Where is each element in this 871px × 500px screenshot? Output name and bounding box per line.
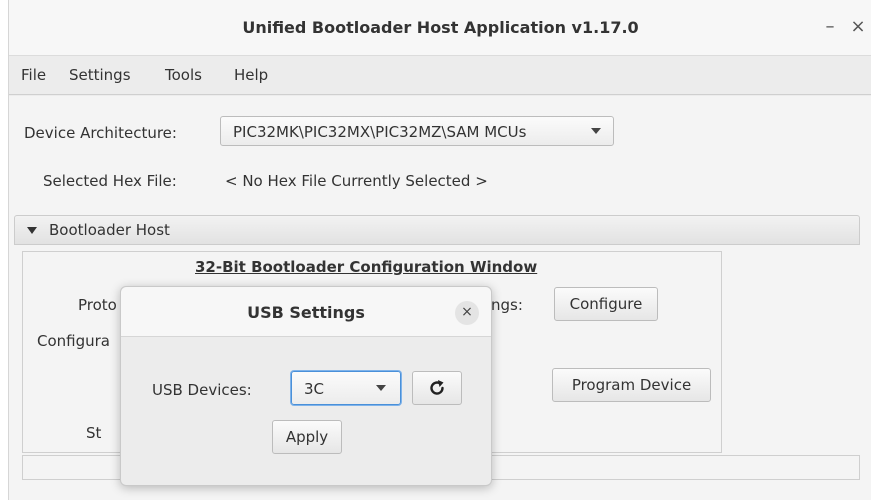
configure-button[interactable]: Configure	[554, 287, 658, 321]
apply-button[interactable]: Apply	[272, 420, 342, 454]
hex-file-label: Selected Hex File:	[43, 172, 177, 190]
section-title: Bootloader Host	[49, 221, 170, 239]
dialog-title: USB Settings	[247, 303, 365, 322]
window-title: Unified Bootloader Host Application v1.1…	[242, 18, 639, 37]
device-architecture-value: PIC32MK\PIC32MX\PIC32MZ\SAM MCUs	[233, 123, 527, 141]
device-architecture-select[interactable]: PIC32MK\PIC32MX\PIC32MZ\SAM MCUs	[220, 116, 614, 146]
device-architecture-label: Device Architecture:	[24, 124, 177, 142]
title-bar: Unified Bootloader Host Application v1.1…	[9, 0, 871, 56]
protocol-label: Proto	[78, 296, 117, 314]
minimize-button[interactable]: –	[815, 12, 845, 42]
refresh-button[interactable]	[412, 371, 462, 405]
collapse-triangle-icon	[27, 227, 37, 234]
usb-devices-value: 3C	[304, 380, 325, 398]
dialog-header: USB Settings ×	[121, 287, 491, 337]
menu-help[interactable]: Help	[234, 66, 268, 84]
bootloader-host-section-header[interactable]: Bootloader Host	[14, 215, 860, 245]
usb-devices-select[interactable]: 3C	[291, 371, 401, 405]
chevron-down-icon	[591, 128, 601, 134]
close-window-button[interactable]: ×	[843, 12, 871, 42]
refresh-icon	[430, 380, 444, 395]
menu-tools[interactable]: Tools	[165, 66, 202, 84]
menu-file[interactable]: File	[21, 66, 46, 84]
configuration-label: Configura	[37, 332, 110, 350]
chevron-down-icon	[376, 385, 386, 391]
menu-settings[interactable]: Settings	[69, 66, 131, 84]
hex-file-value: < No Hex File Currently Selected >	[225, 172, 488, 190]
program-device-button[interactable]: Program Device	[552, 368, 711, 402]
dialog-close-button[interactable]: ×	[455, 301, 479, 325]
menu-bar: File Settings Tools Help	[9, 57, 871, 95]
usb-devices-label: USB Devices:	[152, 381, 252, 399]
status-label: St	[86, 424, 102, 442]
usb-settings-dialog: USB Settings × USB Devices: 3C Apply	[120, 286, 492, 486]
settings-label: ngs:	[491, 296, 523, 314]
panel-title: 32-Bit Bootloader Configuration Window	[195, 258, 538, 276]
